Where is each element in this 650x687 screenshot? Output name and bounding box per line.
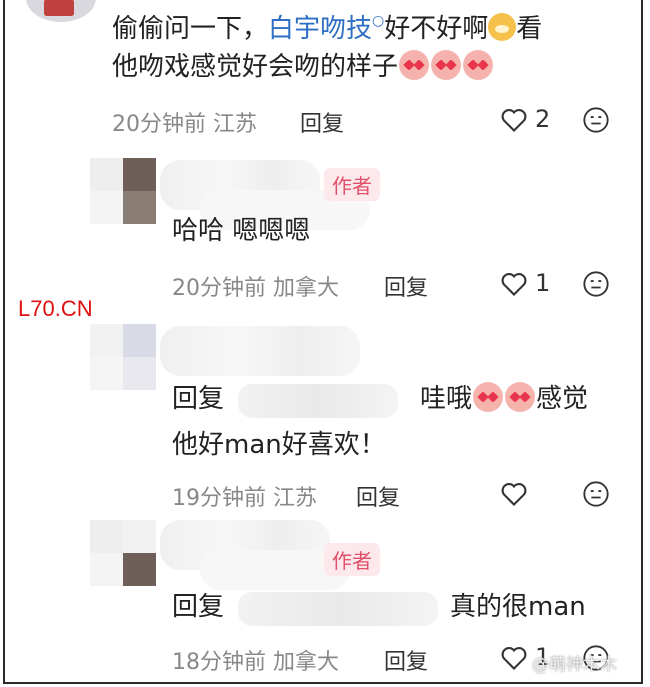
like-count: 2 bbox=[535, 105, 551, 133]
timestamp: 20分钟前 bbox=[112, 112, 206, 137]
comment-text: 真的很man bbox=[450, 592, 586, 622]
emoji-face-icon[interactable] bbox=[582, 480, 610, 508]
like-count: 1 bbox=[535, 269, 551, 297]
heart-icon[interactable] bbox=[500, 271, 528, 297]
heart-eyes-emoji-icon bbox=[399, 50, 430, 80]
timestamp: 19分钟前 bbox=[172, 486, 266, 511]
location: 加拿大 bbox=[273, 276, 340, 301]
heart-eyes-emoji-icon bbox=[431, 50, 462, 80]
comment-meta: 20分钟前 江苏 bbox=[112, 106, 257, 138]
comment-meta: 19分钟前 江苏 bbox=[172, 480, 317, 512]
site-watermark: L70.CN bbox=[18, 296, 93, 321]
comment-text-line2: 他好man好喜欢！ bbox=[172, 430, 386, 460]
emoji-dog-icon bbox=[488, 13, 517, 41]
comment-text: 好不好啊 bbox=[384, 14, 489, 44]
location: 江苏 bbox=[213, 112, 258, 137]
comment-text-end: 看 bbox=[516, 14, 543, 44]
mentioned-user-blurred[interactable] bbox=[238, 592, 438, 626]
reply-button[interactable]: 回复 bbox=[384, 270, 428, 302]
comment-text: 偷偷问一下， bbox=[112, 14, 269, 44]
comment-text: 哈哈 嗯嗯嗯 bbox=[172, 216, 311, 246]
comment-text-line1-end: 哇哦 感觉 bbox=[420, 382, 588, 416]
reply-button[interactable]: 回复 bbox=[300, 106, 344, 138]
heart-eyes-emoji-icon bbox=[463, 50, 494, 80]
heart-eyes-emoji-icon bbox=[473, 382, 504, 412]
heart-eyes-emoji-icon bbox=[505, 382, 536, 412]
timestamp: 20分钟前 bbox=[172, 276, 266, 301]
location: 江苏 bbox=[273, 486, 318, 511]
avatar[interactable] bbox=[90, 158, 156, 224]
timestamp: 18分钟前 bbox=[172, 650, 266, 675]
reply-prefix: 回复 bbox=[172, 384, 225, 414]
comment-text: 感觉 bbox=[536, 384, 589, 414]
author-badge: 作者 bbox=[324, 543, 380, 576]
comment-text-line1: 偷偷问一下，白宇吻技○好不好啊看 bbox=[112, 4, 542, 46]
comment-text: 哇哦 bbox=[420, 384, 473, 414]
search-icon: ○ bbox=[372, 13, 385, 29]
mentioned-user-blurred[interactable] bbox=[238, 384, 398, 418]
comment-meta: 18分钟前 加拿大 bbox=[172, 644, 339, 676]
emoji-face-icon[interactable] bbox=[582, 270, 610, 298]
heart-icon[interactable] bbox=[500, 107, 528, 133]
avatar[interactable] bbox=[90, 520, 156, 586]
reply-button[interactable]: 回复 bbox=[384, 644, 428, 676]
comment-text: 他吻戏感觉好会吻的样子 bbox=[112, 52, 399, 82]
username-blurred[interactable] bbox=[160, 326, 360, 376]
search-link[interactable]: 白宇吻技○ bbox=[268, 13, 385, 44]
reply-button[interactable]: 回复 bbox=[356, 480, 400, 512]
avatar[interactable] bbox=[90, 324, 156, 390]
comment-text-line2: 他吻戏感觉好会吻的样子 bbox=[112, 50, 494, 84]
reply-prefix: 回复 bbox=[172, 592, 225, 622]
heart-icon[interactable] bbox=[500, 481, 528, 507]
comment-text-line1: 回复 bbox=[172, 382, 224, 416]
author-badge: 作者 bbox=[324, 168, 380, 201]
location: 加拿大 bbox=[273, 650, 340, 675]
emoji-face-icon[interactable] bbox=[582, 106, 610, 134]
heart-icon[interactable] bbox=[500, 645, 528, 671]
comment-meta: 20分钟前 加拿大 bbox=[172, 270, 339, 302]
bottom-watermark: @萌神木木 bbox=[532, 655, 617, 675]
